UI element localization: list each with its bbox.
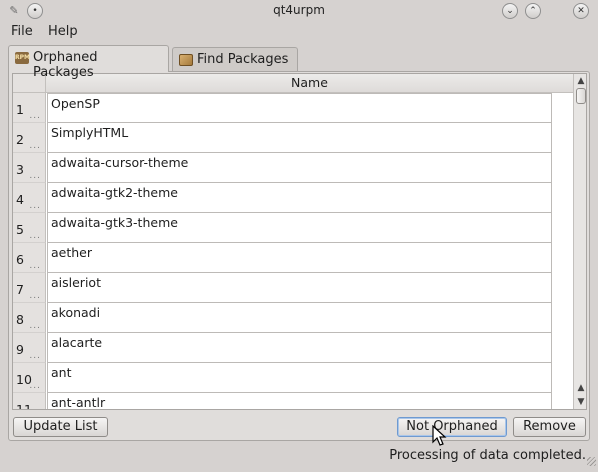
row-ellipsis: ... (29, 231, 41, 241)
package-name: SimplyHTML (51, 125, 129, 140)
table-row[interactable]: 7 ... aisleriot (13, 273, 573, 303)
table-rows: 1 ... OpenSP 2 ... SimplyHTML 3 ... adwa… (13, 93, 573, 410)
mouse-pointer-icon (432, 425, 447, 446)
scroll-up-icon[interactable]: ▲ (574, 74, 586, 88)
package-name: OpenSP (51, 96, 100, 111)
row-ellipsis: ... (29, 141, 41, 151)
scroll-up-icon[interactable]: ▲ (574, 381, 586, 395)
row-header[interactable]: 8 ... (13, 303, 46, 333)
row-header[interactable]: 9 ... (13, 333, 46, 363)
title-bar[interactable]: ✎ • qt4urpm ⌄ ⌃ ✕ (0, 0, 598, 22)
status-message: Processing of data completed. (389, 448, 586, 463)
row-ellipsis: ... (29, 201, 41, 211)
scrollbar-thumb[interactable] (576, 88, 586, 104)
row-number: 9 (16, 342, 24, 357)
minimize-button[interactable]: ⌄ (502, 3, 518, 19)
row-header[interactable]: 3 ... (13, 153, 46, 183)
row-header[interactable]: 5 ... (13, 213, 46, 243)
row-number: 2 (16, 132, 24, 147)
row-header[interactable]: 2 ... (13, 123, 46, 153)
package-name-cell[interactable]: ant-antlr (47, 393, 552, 410)
tab-find-packages[interactable]: Find Packages (172, 47, 298, 71)
row-number: 8 (16, 312, 24, 327)
update-list-button[interactable]: Update List (13, 417, 108, 437)
package-name: aether (51, 245, 93, 260)
row-number: 5 (16, 222, 24, 237)
scroll-down-icon[interactable]: ▼ (574, 395, 586, 409)
tab-label: Find Packages (197, 52, 289, 67)
row-header[interactable]: 10 ... (13, 363, 46, 393)
package-name-cell[interactable]: akonadi (47, 303, 552, 333)
table-row[interactable]: 6 ... aether (13, 243, 573, 273)
table-row[interactable]: 1 ... OpenSP (13, 93, 573, 123)
row-number: 6 (16, 252, 24, 267)
maximize-button[interactable]: ⌃ (525, 3, 541, 19)
package-name-cell[interactable]: adwaita-gtk3-theme (47, 213, 552, 243)
row-ellipsis: ... (29, 261, 41, 271)
row-number: 4 (16, 192, 24, 207)
package-name-cell[interactable]: aether (47, 243, 552, 273)
table-row[interactable]: 9 ... alacarte (13, 333, 573, 363)
table-row[interactable]: 3 ... adwaita-cursor-theme (13, 153, 573, 183)
row-ellipsis: ... (29, 291, 41, 301)
remove-button[interactable]: Remove (513, 417, 586, 437)
package-name: ant (51, 365, 72, 380)
vertical-scrollbar[interactable]: ▲ ▲ ▼ (573, 74, 586, 409)
table-row[interactable]: 8 ... akonadi (13, 303, 573, 333)
packages-table[interactable]: Name 1 ... OpenSP 2 ... SimplyHTML 3 ...… (12, 73, 587, 410)
row-header[interactable]: 4 ... (13, 183, 46, 213)
menu-help[interactable]: Help (48, 24, 78, 39)
package-name: aisleriot (51, 275, 101, 290)
close-button[interactable]: ✕ (573, 3, 589, 19)
menu-file[interactable]: File (11, 24, 33, 39)
rpm-package-icon: RPM (15, 52, 30, 64)
column-header-name[interactable]: Name (46, 74, 573, 93)
package-name-cell[interactable]: alacarte (47, 333, 552, 363)
tab-label: Orphaned Packages (33, 50, 98, 80)
row-ellipsis: ... (29, 111, 41, 121)
row-ellipsis: ... (29, 381, 41, 391)
row-number: 3 (16, 162, 24, 177)
row-header[interactable]: 7 ... (13, 273, 46, 303)
row-ellipsis: ... (29, 321, 41, 331)
package-name: adwaita-gtk3-theme (51, 215, 178, 230)
resize-grip-icon[interactable] (587, 457, 596, 466)
table-row[interactable]: 10 ... ant (13, 363, 573, 393)
table-row[interactable]: 4 ... adwaita-gtk2-theme (13, 183, 573, 213)
row-header[interactable]: 6 ... (13, 243, 46, 273)
row-number: 1 (16, 102, 24, 117)
package-name-cell[interactable]: ant (47, 363, 552, 393)
package-name-cell[interactable]: adwaita-gtk2-theme (47, 183, 552, 213)
not-orphaned-button[interactable]: Not Orphaned (397, 417, 507, 437)
package-box-icon (179, 54, 193, 66)
package-name: adwaita-cursor-theme (51, 155, 189, 170)
package-name-cell[interactable]: aisleriot (47, 273, 552, 303)
package-name: ant-antlr (51, 395, 106, 410)
package-name: adwaita-gtk2-theme (51, 185, 178, 200)
package-name-cell[interactable]: OpenSP (47, 93, 552, 123)
package-name-cell[interactable]: adwaita-cursor-theme (47, 153, 552, 183)
row-number: 11 (16, 402, 32, 410)
row-ellipsis: ... (29, 171, 41, 181)
tab-orphaned-packages[interactable]: RPM Orphaned Packages (8, 45, 169, 80)
row-header[interactable]: 1 ... (13, 93, 46, 123)
row-ellipsis: ... (29, 351, 41, 361)
table-row[interactable]: 2 ... SimplyHTML (13, 123, 573, 153)
package-name: alacarte (51, 335, 103, 350)
table-row[interactable]: 11 ... ant-antlr (13, 393, 573, 410)
package-name: akonadi (51, 305, 101, 320)
table-row[interactable]: 5 ... adwaita-gtk3-theme (13, 213, 573, 243)
row-header[interactable]: 11 ... (13, 393, 46, 410)
menu-bar: File Help (0, 22, 598, 42)
package-name-cell[interactable]: SimplyHTML (47, 123, 552, 153)
row-number: 7 (16, 282, 24, 297)
status-bar: Processing of data completed. (0, 446, 598, 468)
